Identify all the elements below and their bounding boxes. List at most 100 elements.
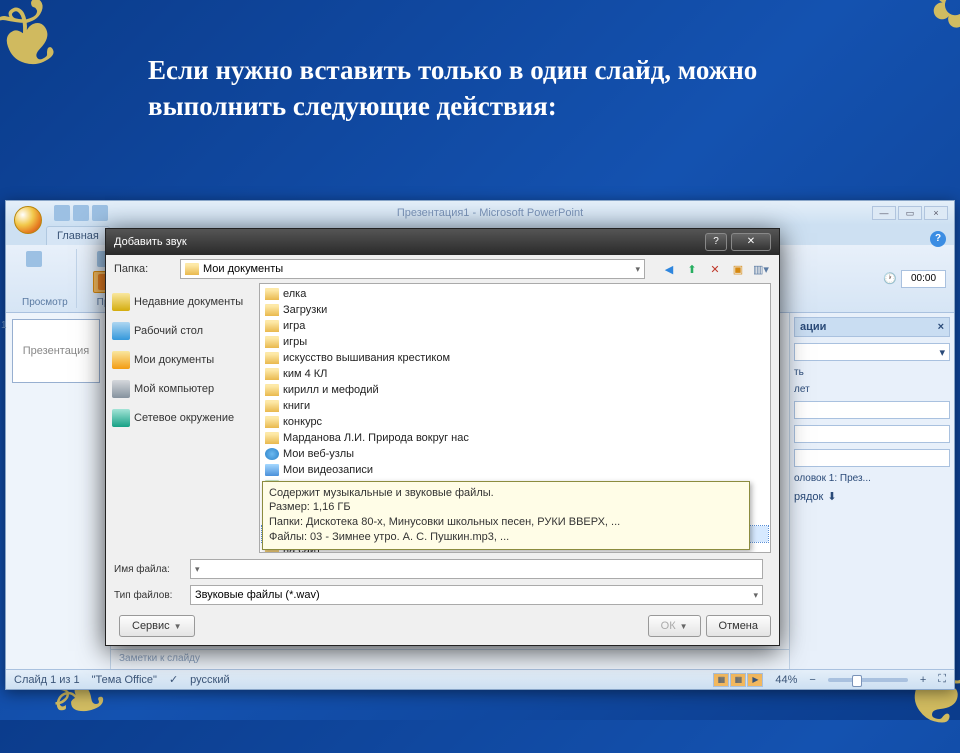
place-network[interactable]: Сетевое окружение xyxy=(108,404,257,432)
task-pane: ации× ▾ ть лет оловок 1: През... рядок⬇ xyxy=(789,313,954,669)
recent-icon xyxy=(112,293,130,311)
zoom-slider[interactable] xyxy=(828,678,908,682)
service-button[interactable]: Сервис▼ xyxy=(119,615,195,637)
file-item[interactable]: игра xyxy=(262,318,768,334)
qat-save-icon[interactable] xyxy=(54,205,70,221)
cancel-button[interactable]: Отмена xyxy=(706,615,771,637)
place-documents[interactable]: Мои документы xyxy=(108,346,257,374)
timing-control: 🕐 xyxy=(883,249,946,308)
ok-button[interactable]: ОК▼ xyxy=(648,615,701,637)
up-icon[interactable]: ⬆ xyxy=(682,259,702,279)
slide-thumbnails: Презентация xyxy=(6,313,111,669)
window-title: Презентация1 - Microsoft PowerPoint xyxy=(108,207,872,219)
spellcheck-icon: ✓ xyxy=(169,673,178,686)
folder-icon xyxy=(265,384,279,396)
status-theme: "Тема Office" xyxy=(92,674,157,686)
pp-titlebar: Презентация1 - Microsoft PowerPoint — ▭ … xyxy=(6,201,954,225)
file-item[interactable]: Мои видеозаписи xyxy=(262,462,768,478)
folder-dropdown[interactable]: Мои документы ▾ xyxy=(180,259,645,279)
new-folder-icon[interactable]: ▣ xyxy=(728,259,748,279)
folder-icon xyxy=(265,432,279,444)
close-button[interactable]: × xyxy=(924,206,948,220)
office-button[interactable] xyxy=(14,206,42,234)
order-icon[interactable]: ⬇ xyxy=(827,490,836,503)
folder-icon xyxy=(265,416,279,428)
thumbnail-1[interactable]: Презентация xyxy=(12,319,100,383)
maximize-button[interactable]: ▭ xyxy=(898,206,922,220)
slideshow-button[interactable]: ▶ xyxy=(747,673,763,687)
dialog-titlebar: Добавить звук ? ✕ xyxy=(106,229,779,255)
slide-heading: Если нужно вставить только в один слайд,… xyxy=(148,52,860,125)
video-icon xyxy=(265,464,279,476)
dialog-title: Добавить звук xyxy=(114,236,187,248)
time-input[interactable] xyxy=(901,270,946,288)
filetype-label: Тип файлов: xyxy=(114,590,182,601)
back-icon[interactable]: ◀ xyxy=(659,259,679,279)
delete-icon[interactable]: ✕ xyxy=(705,259,725,279)
file-item[interactable]: Загрузки xyxy=(262,302,768,318)
network-icon xyxy=(112,409,130,427)
taskpane-header: ации× xyxy=(794,317,950,337)
file-item[interactable]: ким 4 КЛ xyxy=(262,366,768,382)
status-slide: Слайд 1 из 1 xyxy=(14,674,80,686)
play-icon xyxy=(26,251,42,267)
file-item[interactable]: конкурс xyxy=(262,414,768,430)
file-item[interactable]: книги xyxy=(262,398,768,414)
folder-icon xyxy=(185,263,199,275)
documents-icon xyxy=(112,351,130,369)
place-recent[interactable]: Недавние документы xyxy=(108,288,257,316)
sorter-view-button[interactable]: ▦ xyxy=(730,673,746,687)
notes-pane[interactable]: Заметки к слайду xyxy=(111,649,789,669)
dialog-toolbar: ◀ ⬆ ✕ ▣ ▥▾ xyxy=(659,259,771,279)
view-buttons: ▦ ▦ ▶ xyxy=(713,673,763,687)
filetype-dropdown[interactable]: Звуковые файлы (*.wav) xyxy=(190,585,763,605)
tab-home[interactable]: Главная xyxy=(46,226,110,245)
help-button[interactable]: ? xyxy=(930,231,946,247)
insert-sound-dialog: Добавить звук ? ✕ Папка: Мои документы ▾… xyxy=(105,228,780,646)
minimize-button[interactable]: — xyxy=(872,206,896,220)
file-item[interactable]: елка xyxy=(262,286,768,302)
folder-icon xyxy=(265,320,279,332)
file-item[interactable]: Марданова Л.И. Природа вокруг нас xyxy=(262,430,768,446)
zoom-level: 44% xyxy=(775,674,797,686)
window-buttons: — ▭ × xyxy=(872,206,948,220)
qat-redo-icon[interactable] xyxy=(92,205,108,221)
folder-icon xyxy=(265,352,279,364)
desktop-icon xyxy=(112,322,130,340)
place-desktop[interactable]: Рабочий стол xyxy=(108,317,257,345)
clock-icon: 🕐 xyxy=(883,272,897,285)
zoom-in-button[interactable]: + xyxy=(920,674,926,686)
dialog-help-button[interactable]: ? xyxy=(705,233,727,251)
file-item[interactable]: искусство вышивания крестиком xyxy=(262,350,768,366)
dialog-close-button[interactable]: ✕ xyxy=(731,233,771,251)
tp-select-3[interactable] xyxy=(794,425,950,443)
file-item[interactable]: игры xyxy=(262,334,768,350)
file-list[interactable]: елкаЗагрузкииграигрыискусство вышивания … xyxy=(259,283,771,553)
tp-select-4[interactable] xyxy=(794,449,950,467)
status-bar: Слайд 1 из 1 "Тема Office" ✓ русский ▦ ▦… xyxy=(6,669,954,689)
zoom-out-button[interactable]: − xyxy=(809,674,815,686)
fit-button[interactable]: ⛶ xyxy=(938,673,946,686)
tp-select-1[interactable]: ▾ xyxy=(794,343,950,361)
file-item[interactable]: Мои веб-узлы xyxy=(262,446,768,462)
preview-button[interactable] xyxy=(22,249,68,269)
tp-select-2[interactable] xyxy=(794,401,950,419)
qat-undo-icon[interactable] xyxy=(73,205,89,221)
views-icon[interactable]: ▥▾ xyxy=(751,259,771,279)
filename-input[interactable] xyxy=(190,559,763,579)
ornament-tl: ❦ xyxy=(0,0,84,101)
place-computer[interactable]: Мой компьютер xyxy=(108,375,257,403)
folder-icon xyxy=(265,304,279,316)
quick-access-toolbar xyxy=(54,205,108,221)
filename-label: Имя файла: xyxy=(114,564,182,575)
file-item[interactable]: кирилл и мефодий xyxy=(262,382,768,398)
ornament-tr: ✿ xyxy=(916,0,960,48)
folder-icon xyxy=(265,368,279,380)
folder-icon xyxy=(265,400,279,412)
web-icon xyxy=(265,448,279,460)
folder-label: Папка: xyxy=(114,263,172,275)
taskpane-close[interactable]: × xyxy=(938,321,944,333)
folder-icon xyxy=(265,336,279,348)
normal-view-button[interactable]: ▦ xyxy=(713,673,729,687)
places-bar: Недавние документы Рабочий стол Мои доку… xyxy=(106,283,259,553)
